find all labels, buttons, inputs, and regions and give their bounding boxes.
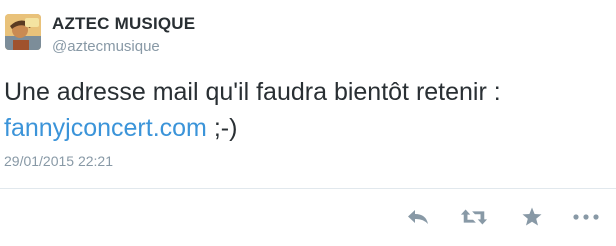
tweet-text: Une adresse mail qu'il faudra bientôt re… bbox=[4, 74, 604, 146]
favorite-button[interactable] bbox=[518, 203, 546, 231]
retweet-button[interactable] bbox=[460, 203, 488, 231]
reply-icon bbox=[408, 210, 428, 224]
avatar[interactable] bbox=[5, 14, 41, 50]
author-name[interactable]: AZTEC MUSIQUE bbox=[52, 14, 195, 34]
tweet-text-end: ;-) bbox=[206, 114, 238, 142]
retweet-icon bbox=[460, 209, 488, 225]
tweet-actions bbox=[0, 203, 616, 233]
tweet-text-start: Une adresse mail qu'il faudra bientôt re… bbox=[4, 78, 501, 106]
tweet-link[interactable]: fannyjconcert.com bbox=[4, 114, 207, 142]
more-icon bbox=[573, 214, 599, 220]
divider bbox=[0, 188, 616, 189]
reply-button[interactable] bbox=[404, 203, 432, 231]
favorite-star-icon bbox=[522, 207, 542, 226]
author-handle[interactable]: @aztecmusique bbox=[52, 38, 160, 55]
avatar-image bbox=[5, 14, 41, 50]
more-button[interactable] bbox=[572, 203, 600, 231]
tweet-timestamp[interactable]: 29/01/2015 22:21 bbox=[4, 153, 113, 169]
